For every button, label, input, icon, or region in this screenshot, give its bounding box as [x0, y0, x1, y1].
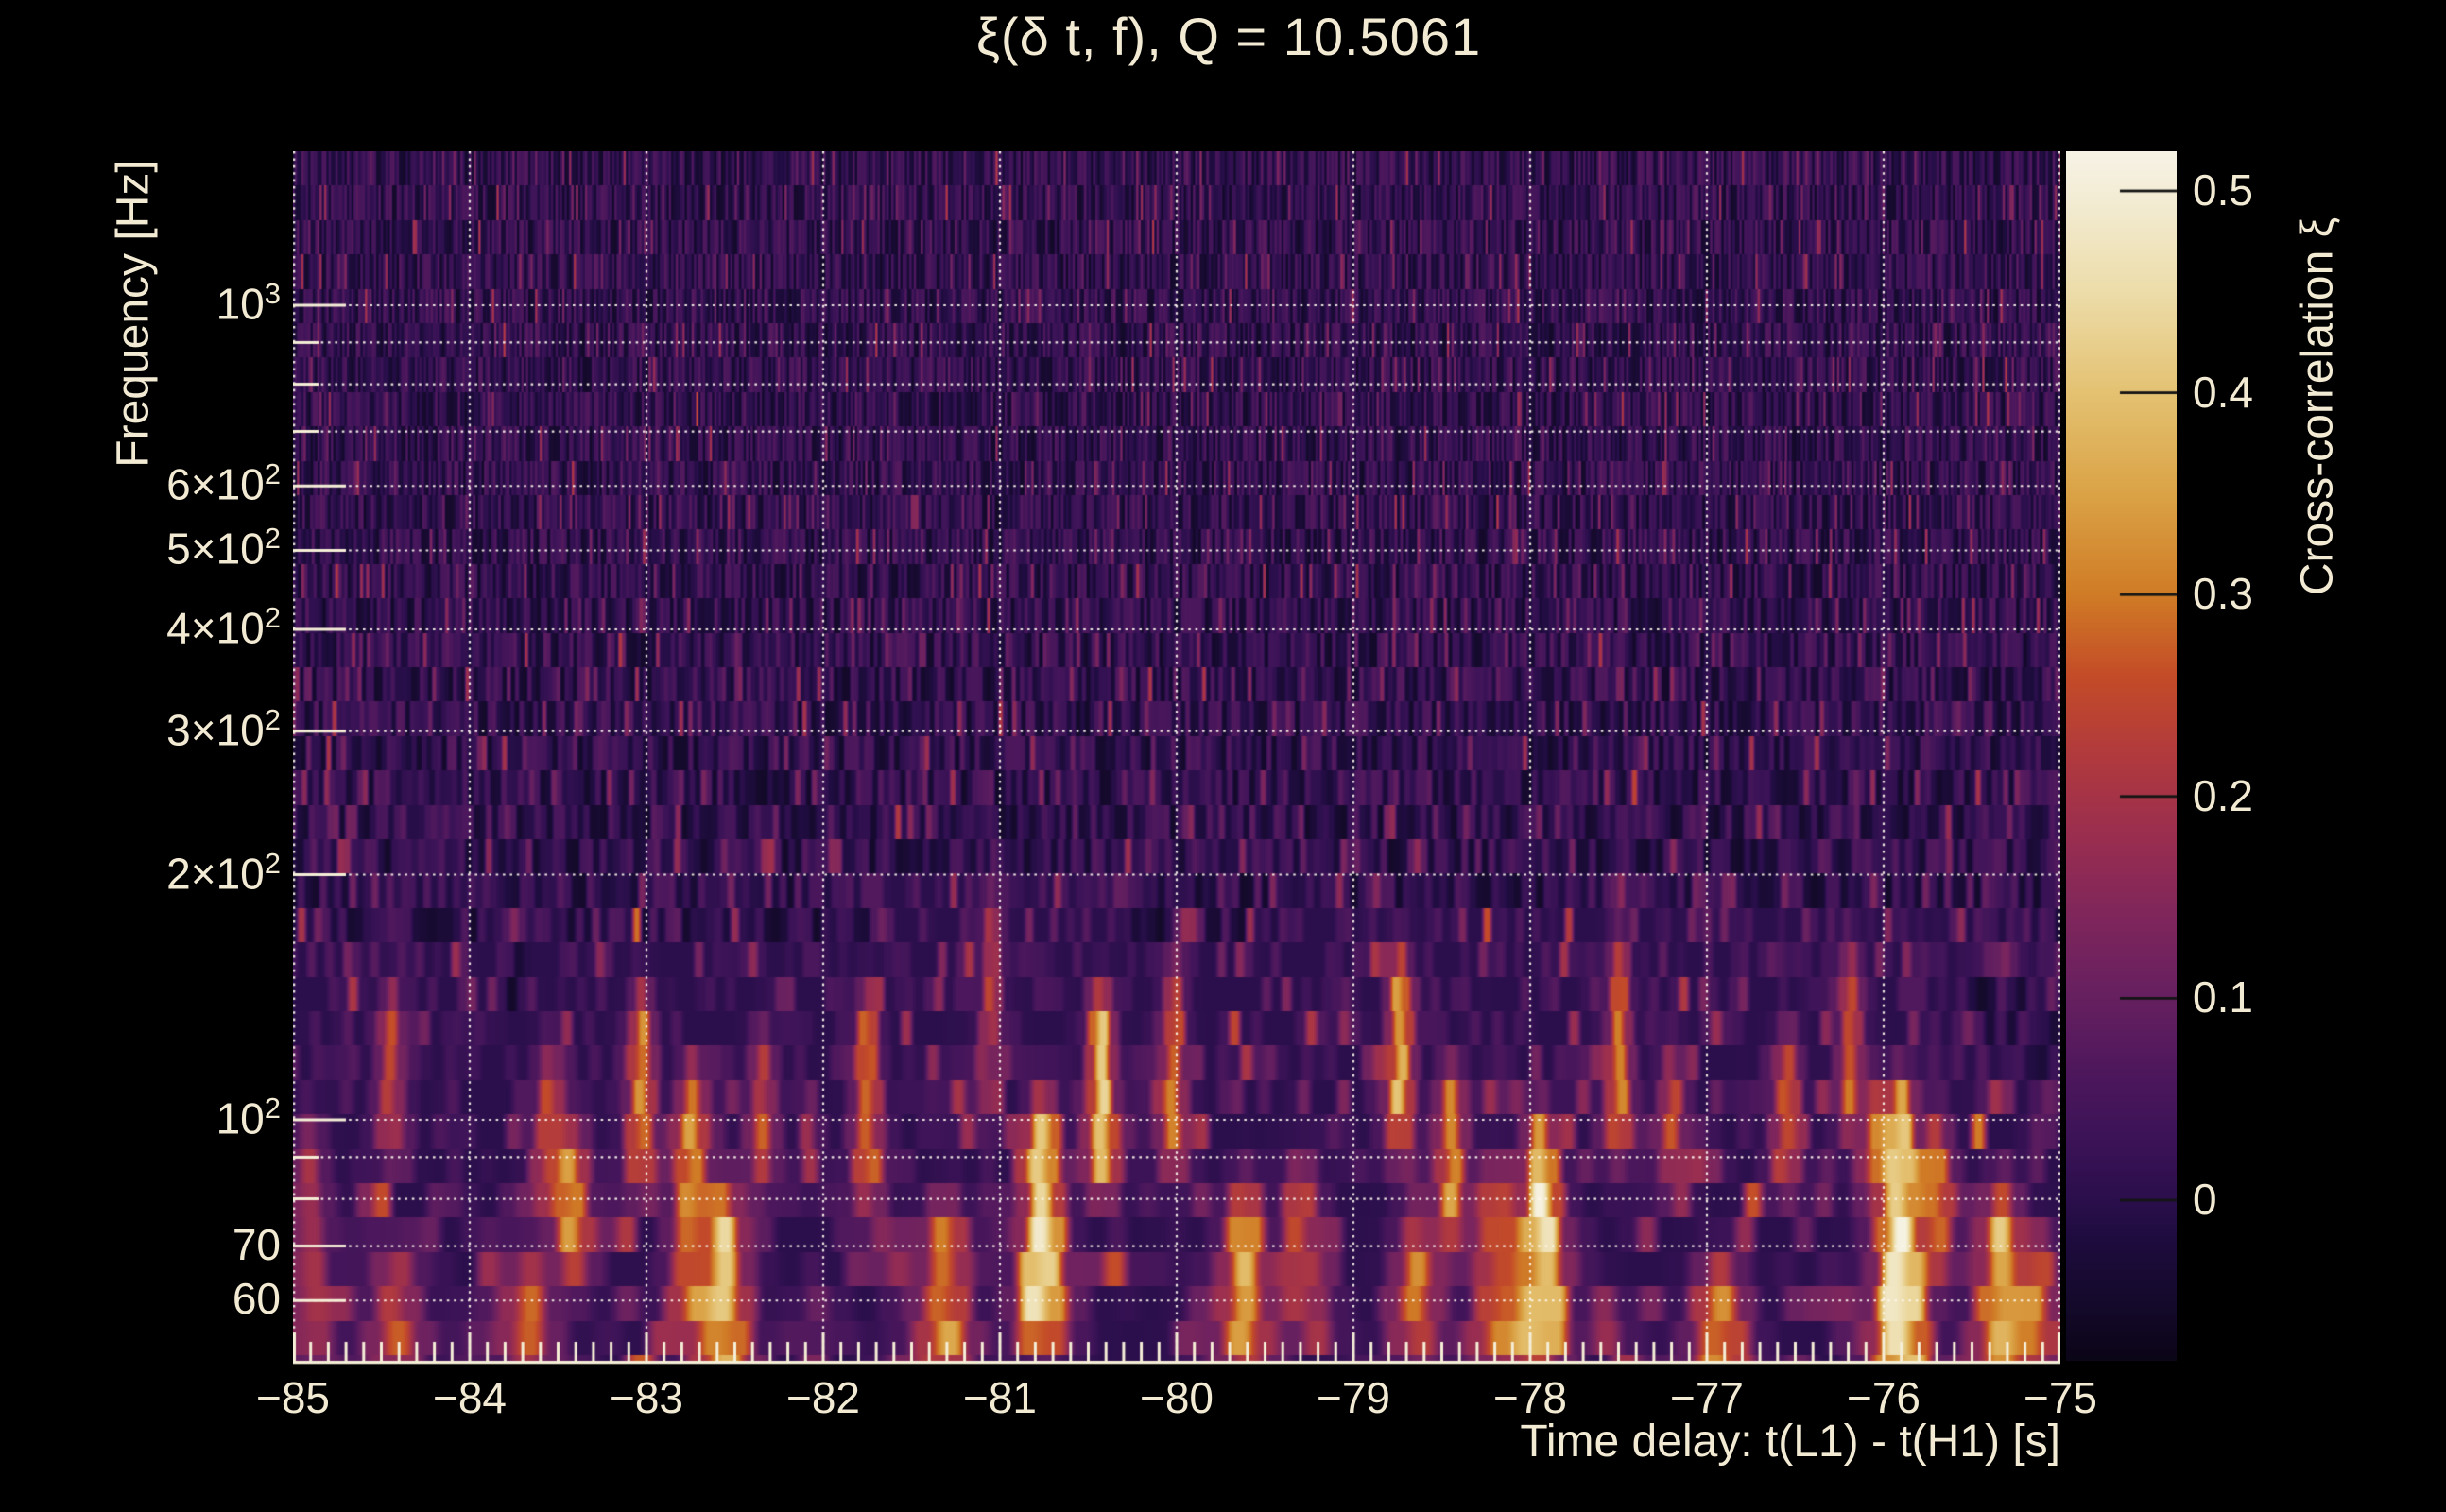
colorbar-tick-label: 0.4	[2193, 367, 2253, 417]
colorbar-tick-label: 0	[2193, 1174, 2217, 1224]
x-tick-label: −77	[1669, 1373, 1745, 1422]
x-tick-label: −75	[2023, 1373, 2098, 1422]
y-tick-label: 60	[232, 1274, 281, 1324]
y-tick-label: 103	[215, 277, 281, 329]
figure-root: ξ(δ t, f), Q = 10.5061 Frequency [Hz] Ti…	[0, 0, 2446, 1512]
colorbar-tick-label: 0.2	[2193, 770, 2253, 820]
x-tick-label: −82	[785, 1373, 861, 1422]
colorbar-tick-label: 0.5	[2193, 164, 2253, 215]
x-tick-label: −81	[962, 1373, 1038, 1422]
colorbar-label: Cross-correlation ξ	[2292, 216, 2343, 596]
spectrogram-heatmap	[293, 151, 2060, 1365]
colorbar-tick-label: 0.1	[2193, 972, 2253, 1022]
x-axis-label: Time delay: t(L1) - t(H1) [s]	[1520, 1417, 2060, 1467]
y-tick-label: 5×102	[166, 522, 281, 574]
x-tick-label: −85	[255, 1373, 331, 1422]
y-tick-label: 4×102	[166, 601, 281, 653]
colorbar-tick-label: 0.3	[2193, 569, 2253, 619]
x-tick-label: −80	[1139, 1373, 1214, 1422]
y-tick-label: 102	[215, 1091, 281, 1143]
x-tick-label: −83	[609, 1373, 684, 1422]
colorbar	[2066, 151, 2177, 1361]
y-tick-label: 70	[232, 1219, 281, 1269]
x-tick-label: −84	[432, 1373, 508, 1422]
x-tick-label: −79	[1316, 1373, 1391, 1422]
x-tick-label: −76	[1846, 1373, 1921, 1422]
chart-title: ξ(δ t, f), Q = 10.5061	[975, 7, 1482, 66]
x-tick-label: −78	[1492, 1373, 1568, 1422]
y-tick-label: 6×102	[166, 457, 281, 509]
y-tick-label: 2×102	[166, 846, 281, 898]
y-tick-label: 3×102	[166, 702, 281, 755]
